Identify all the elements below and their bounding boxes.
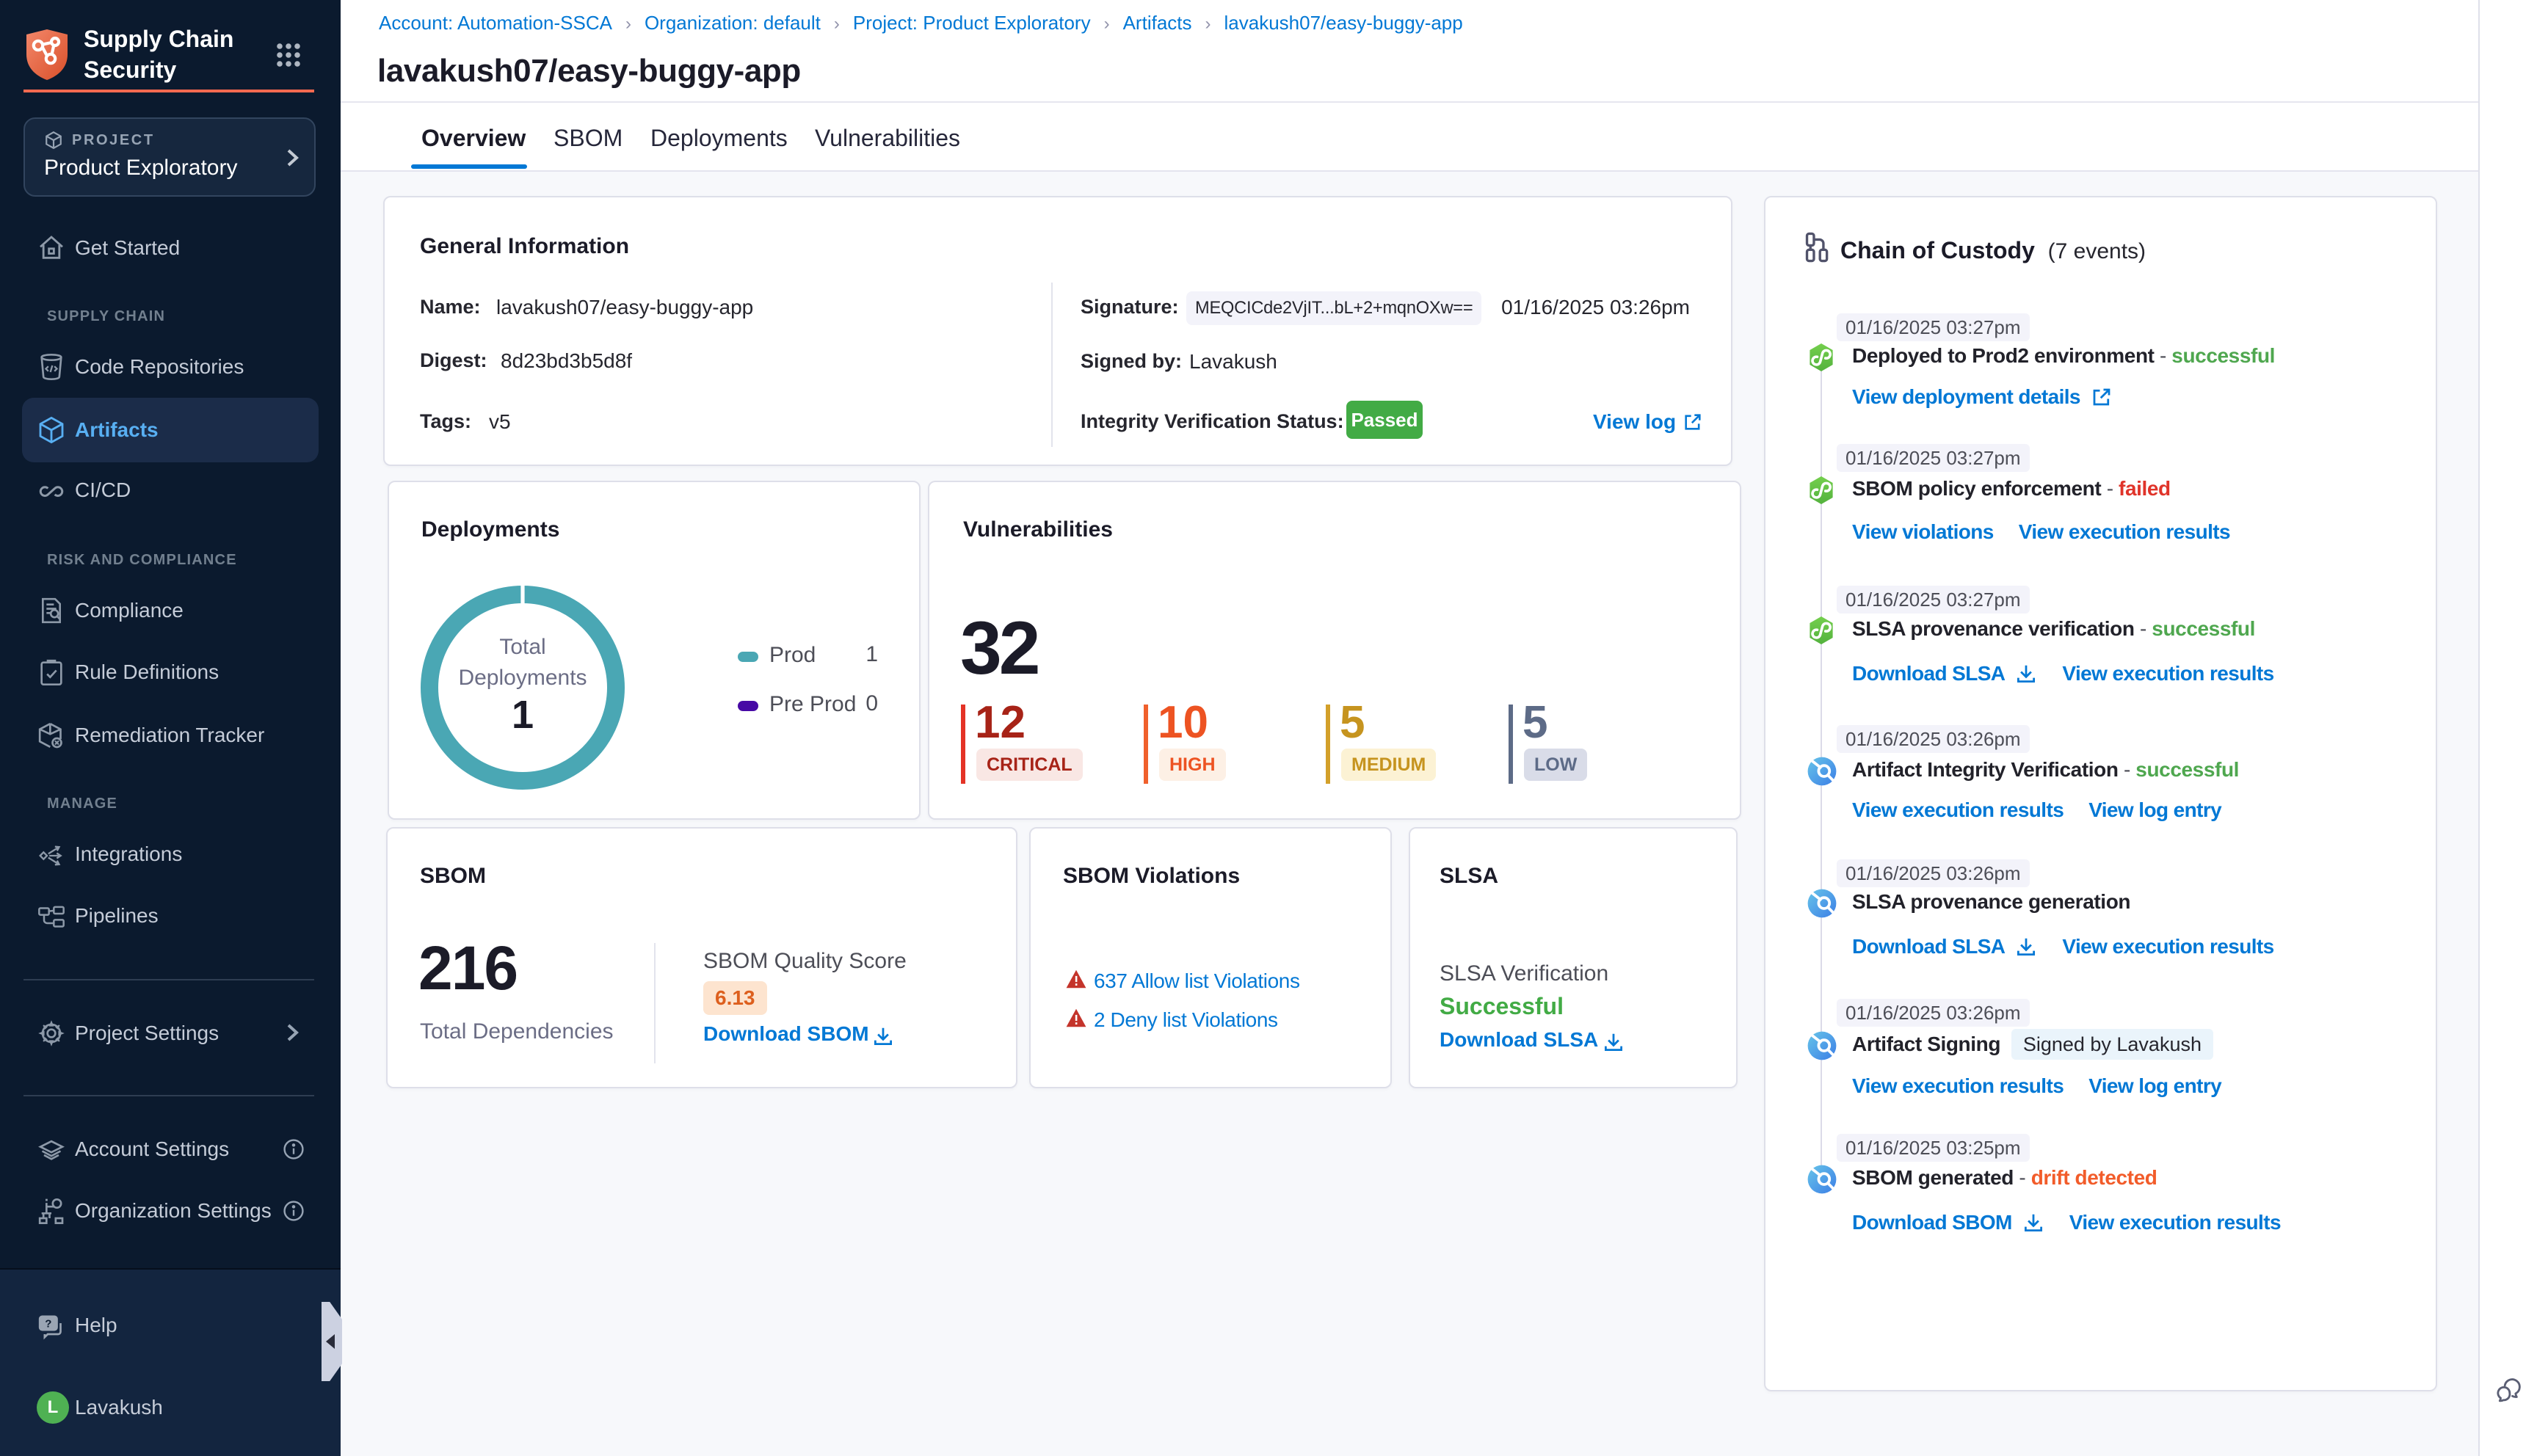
svg-text:?: ?	[45, 1317, 51, 1330]
